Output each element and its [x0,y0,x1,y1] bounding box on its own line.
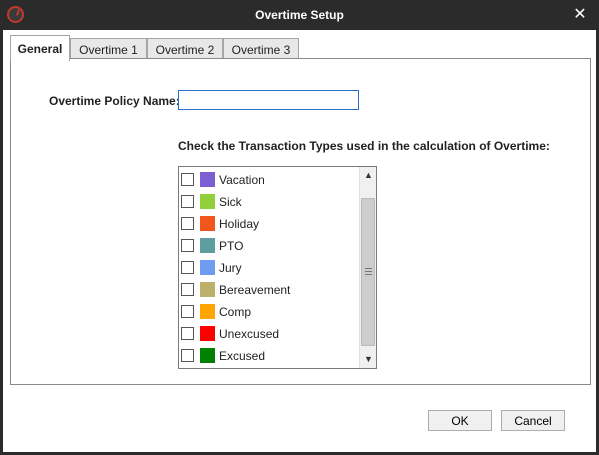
general-tab-panel: Overtime Policy Name: Check the Transact… [10,58,591,385]
checkbox[interactable] [181,239,194,252]
policy-name-label: Overtime Policy Name: [49,94,180,108]
ok-button[interactable]: OK [428,410,492,431]
list-item[interactable]: Unexcused [179,324,359,346]
transaction-types-list[interactable]: Vacation Sick Holiday PTO Jury Bereavement Com… [178,166,377,369]
scroll-down-arrow-icon[interactable]: ▼ [360,351,376,368]
list-scrollbar[interactable]: ▲ ▼ [359,167,376,368]
dialog-body: General Overtime 1 Overtime 2 Overtime 3… [3,30,596,452]
color-swatch [200,304,215,319]
color-swatch [200,194,215,209]
close-button[interactable]: ✕ [571,5,589,25]
list-item[interactable]: Jury [179,258,359,280]
tab-general[interactable]: General [10,35,70,61]
list-item[interactable]: PTO [179,236,359,258]
checkbox[interactable] [181,173,194,186]
list-item[interactable]: Sick [179,192,359,214]
color-swatch [200,282,215,297]
checkbox[interactable] [181,195,194,208]
overtime-setup-dialog: Overtime Setup ✕ General Overtime 1 Over… [0,0,599,455]
transaction-type-label: Jury [219,261,242,275]
checkbox[interactable] [181,217,194,230]
list-item[interactable]: Vacation [179,170,359,192]
checkbox[interactable] [181,327,194,340]
tab-overtime-1[interactable]: Overtime 1 [70,38,147,60]
transaction-type-label: Excused [219,349,266,363]
checkbox[interactable] [181,349,194,362]
checkbox[interactable] [181,261,194,274]
list-item[interactable]: Bereavement [179,280,359,302]
color-swatch [200,326,215,341]
tab-overtime-2[interactable]: Overtime 2 [147,38,223,60]
transaction-type-label: Unexcused [219,327,280,341]
list-item[interactable]: Holiday [179,214,359,236]
list-item[interactable]: Excused [179,346,359,368]
policy-name-field[interactable] [178,90,359,110]
color-swatch [200,172,215,187]
transaction-type-label: Sick [219,195,242,209]
transaction-types-label: Check the Transaction Types used in the … [178,139,550,153]
scroll-thumb[interactable] [361,198,375,346]
title-bar: Overtime Setup ✕ [0,0,599,30]
transaction-type-label: PTO [219,239,244,253]
transaction-type-label: Vacation [219,173,265,187]
color-swatch [200,216,215,231]
scroll-up-arrow-icon[interactable]: ▲ [360,167,376,184]
cancel-button[interactable]: Cancel [501,410,565,431]
tab-overtime-3[interactable]: Overtime 3 [223,38,299,60]
grip-icon [365,268,372,275]
color-swatch [200,260,215,275]
checkbox[interactable] [181,305,194,318]
color-swatch [200,238,215,253]
transaction-type-label: Holiday [219,217,260,231]
color-swatch [200,348,215,363]
transaction-type-label: Bereavement [219,283,291,297]
transaction-type-label: Comp [219,305,252,319]
window-title: Overtime Setup [255,8,344,22]
list-item[interactable]: Comp [179,302,359,324]
checkbox[interactable] [181,283,194,296]
